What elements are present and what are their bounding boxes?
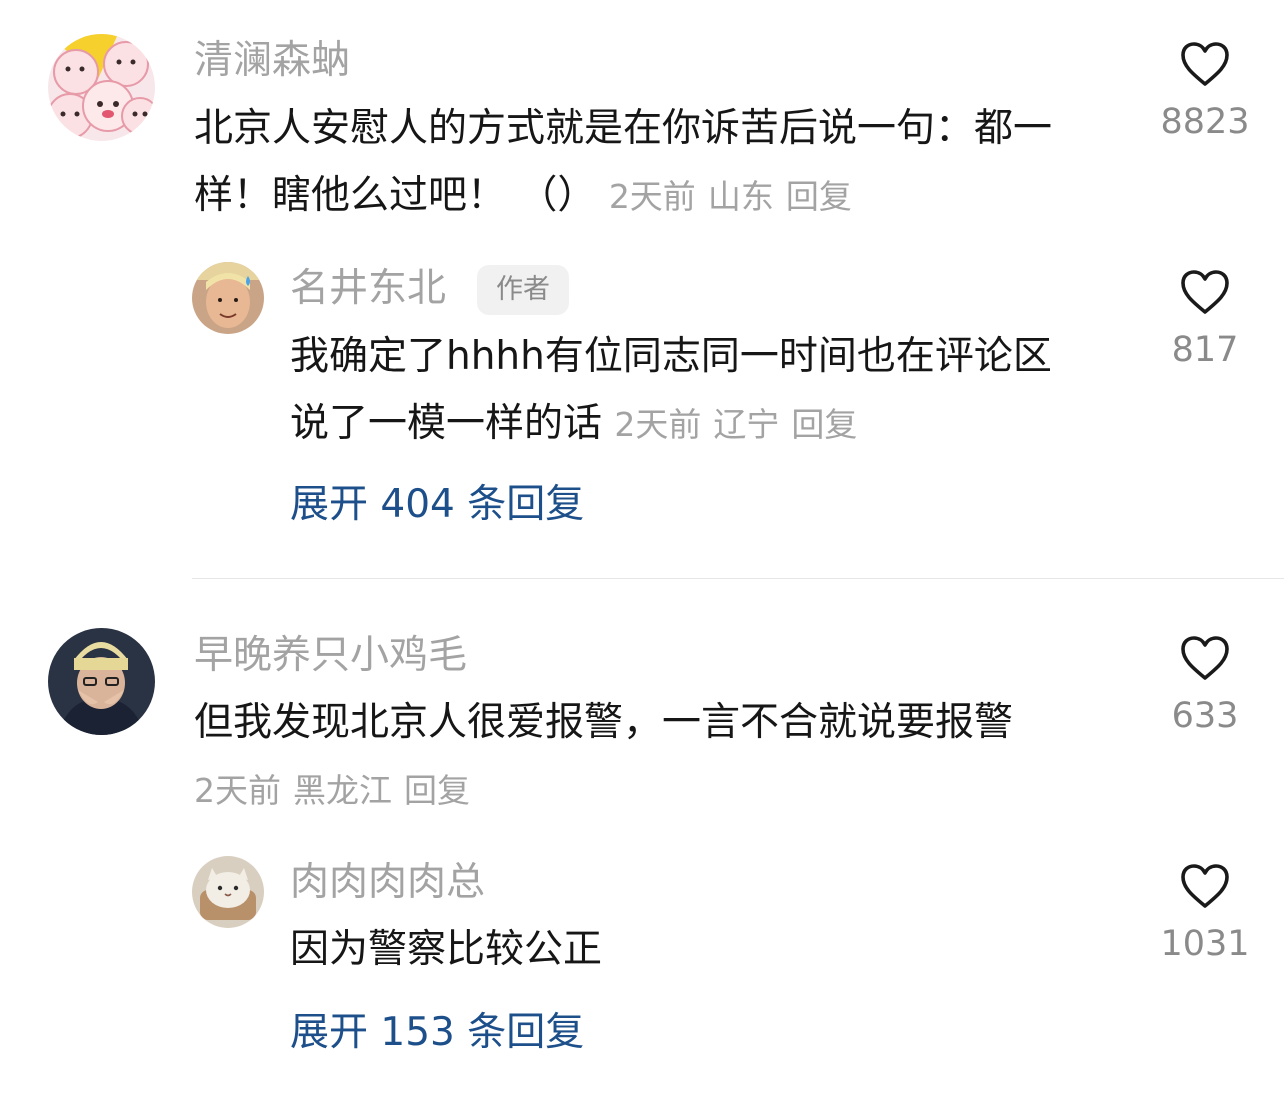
comment-body: 但我发现北京人很爱报警，一言不合就说要报警 [194,700,1014,745]
comment-location: 黑龙江 [293,771,392,810]
comment-text: 但我发现北京人很爱报警，一言不合就说要报警 [194,689,1134,756]
avatar[interactable] [192,856,264,928]
like-count: 817 [1171,330,1239,370]
cat-avatar-icon [192,856,264,928]
heart-icon[interactable] [1179,268,1231,316]
comment-location: 山东 [707,177,774,216]
reply-text: 因为警察比较公正 [290,916,1090,983]
avatar[interactable] [48,34,155,141]
avatar[interactable] [48,628,155,735]
reply-time: 2天前 [614,405,702,444]
like-count: 633 [1171,696,1239,736]
username[interactable]: 早晚养只小鸡毛 [194,631,467,681]
reply-body: 因为警察比较公正 [290,927,603,972]
reply-button[interactable]: 回复 [786,177,852,216]
heart-icon[interactable] [1179,40,1231,88]
username[interactable]: 肉肉肉肉总 [290,858,485,908]
like-control: 8823 [1150,40,1260,144]
like-control: 817 [1150,268,1260,372]
reply-location: 辽宁 [713,405,780,444]
username[interactable]: 清澜森蚋 [194,36,350,86]
author-badge: 作者 [477,265,569,315]
like-count: 8823 [1160,102,1250,142]
comment-time: 2天前 [608,177,696,216]
reply-button[interactable]: 回复 [404,771,470,810]
person-photo-avatar-icon [192,262,264,334]
cartoon-pig-avatar-icon [48,34,155,141]
like-count: 1031 [1160,924,1250,964]
person-beanie-avatar-icon [48,628,155,735]
like-control: 1031 [1150,862,1260,966]
reply-button[interactable]: 回复 [791,405,857,444]
username[interactable]: 名井东北 [290,264,446,314]
heart-icon[interactable] [1179,634,1231,682]
comment-meta: 2天前 黑龙江 回复 [194,768,482,814]
comment-text: 北京人安慰人的方式就是在你诉苦后说一句：都一样！瞎他么过吧！ （） 2天前 山东回… [194,95,1094,230]
comment-time: 2天前 [194,771,281,810]
reply-meta: 2天前 辽宁 回复 [614,405,869,444]
expand-replies-button[interactable]: 展开 153 条回复 [290,1008,584,1058]
divider [192,578,1284,579]
avatar[interactable] [192,262,264,334]
expand-replies-button[interactable]: 展开 404 条回复 [290,480,584,530]
like-control: 633 [1150,634,1260,738]
reply-text: 我确定了hhhh有位同志同一时间也在评论区说了一模一样的话 2天前 辽宁 回复 [290,323,1090,458]
heart-icon[interactable] [1179,862,1231,910]
comment-meta: 2天前 山东 回复 [609,177,864,216]
